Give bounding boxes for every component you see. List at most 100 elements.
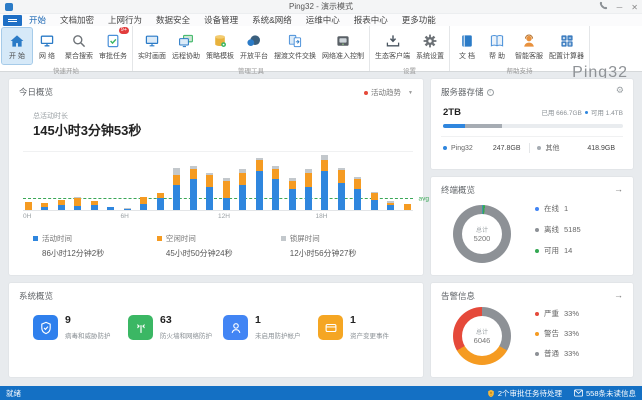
legend-label: 警告 [544,328,559,339]
today-overview-title: 今日概览 [9,79,423,98]
client-icon [385,32,401,50]
ribbon-group-label: 管理工具 [135,64,367,77]
tab-data-security[interactable]: 数据安全 [156,14,190,26]
bar-hour-4[interactable] [91,152,98,210]
ribbon-item-realtime-screen[interactable]: 实时画面 [135,28,169,64]
policy-template-icon [212,32,228,50]
server-storage-title: 服务器存储 [441,86,484,98]
stat-value: 1 [350,315,389,326]
ribbon-item-smart-service[interactable]: 智能客服 [512,28,546,64]
bar-hour-10[interactable] [190,152,197,210]
stat-label: 病毒和威胁防护 [65,330,111,340]
legend-swatch-icon [33,236,38,241]
storage-progress-bar [443,124,623,128]
ribbon-item-policy-template[interactable]: 策略模板 [203,28,237,64]
alert-detail-arrow-icon[interactable]: → [614,290,623,300]
bar-hour-12[interactable] [223,152,230,210]
bar-hour-8[interactable] [157,152,164,210]
tab-doc-encryption[interactable]: 文档加密 [60,14,94,26]
ribbon-item-eco-client[interactable]: 生态客户端 [372,28,413,64]
bar-hour-6[interactable] [124,152,131,210]
ribbon-item-label: 生态客户端 [375,51,410,61]
info-icon[interactable]: i [487,89,494,96]
bar-hour-11[interactable] [206,152,213,210]
x-axis-ticks: 0H 6H 12H 18H [23,213,413,221]
tab-web-behavior[interactable]: 上网行为 [108,14,142,26]
bar-hour-21[interactable] [371,152,378,210]
legend-label: 严重 [544,308,559,319]
ribbon-item-docs[interactable]: 文 档 [452,28,482,64]
pending-approvals[interactable]: 2个审批任务待处理 [487,388,562,399]
legend-online: 在线 1 [535,203,581,214]
bar-hour-22[interactable] [387,152,394,210]
trend-selector[interactable]: 活动趋势 ▼ [364,87,413,98]
tab-ops-center[interactable]: 运维中心 [306,14,340,26]
alert-donut-chart: 总计 6046 [453,307,511,365]
minimize-icon[interactable]: ─ [617,2,623,14]
nac-icon [335,32,351,50]
asset-card-icon [318,315,343,340]
bar-hour-16[interactable] [289,152,296,210]
tab-more-features[interactable]: 更多功能 [402,14,436,26]
legend-label: 锁屏时间 [290,233,320,244]
support-agent-icon [521,32,537,50]
stat-label: 未启用防护帐户 [255,330,301,340]
bar-hour-20[interactable] [354,152,361,210]
file-menu-button[interactable] [3,15,22,26]
bar-hour-0[interactable] [25,152,32,210]
bar-hour-14[interactable] [256,152,263,210]
close-icon[interactable]: ✕ [631,2,638,14]
legend-offline: 离线 5185 [535,224,581,235]
storage-settings-gear-icon[interactable]: ⚙ [616,85,624,96]
ribbon-item-remote-assist[interactable]: 远程协助 [169,28,203,64]
ribbon-item-file-exchange[interactable]: 摆渡文件交换 [271,28,319,64]
legend-dot-icon [535,228,539,232]
bar-hour-1[interactable] [41,152,48,210]
legend-dot-icon [535,352,539,356]
bar-hour-15[interactable] [272,152,279,210]
stat-virus-protection[interactable]: 9 病毒和威胁防护 [33,315,128,340]
tab-device-mgmt[interactable]: 设备管理 [204,14,238,26]
ribbon-item-open-platform[interactable]: 开放平台 [237,28,271,64]
stat-unprotected-accounts[interactable]: 1 未启用防护帐户 [223,315,318,340]
tab-start[interactable]: 开始 [29,14,46,26]
bar-hour-23[interactable] [404,152,411,210]
stat-firewall-protection[interactable]: 63 防火墙和网络防护 [128,315,223,340]
file-exchange-icon [287,32,303,50]
x-tick: 18H [316,213,328,220]
tab-report-center[interactable]: 报表中心 [354,14,388,26]
ribbon-item-aggregate-search[interactable]: 聚合搜索 [62,28,96,64]
bar-hour-9[interactable] [173,152,180,210]
bar-hour-5[interactable] [107,152,114,210]
terminal-detail-arrow-icon[interactable]: → [614,184,623,194]
home-icon [9,32,25,50]
ribbon-item-network[interactable]: 网 络 [32,28,62,64]
pending-approvals-text: 2个审批任务待处理 [498,388,562,399]
bar-hour-7[interactable] [140,152,147,210]
unread-messages[interactable]: 558条未读信息 [574,388,636,399]
x-tick: 12H [218,213,230,220]
legend-dot-icon [443,146,447,150]
bar-hour-13[interactable] [239,152,246,210]
ribbon-item-approval-tasks[interactable]: 9+ 审批任务 [96,28,130,64]
ribbon-item-system-settings[interactable]: 系统设置 [413,28,447,64]
bar-hour-19[interactable] [338,152,345,210]
bar-hour-2[interactable] [58,152,65,210]
ribbon-item-config-calculator[interactable]: 配置计算器 [546,28,587,64]
ribbon-item-label: 配置计算器 [549,51,584,61]
ribbon-item-help[interactable]: 帮 助 [482,28,512,64]
bar-hour-18[interactable] [321,152,328,210]
settings-gear-icon [422,32,438,50]
stat-label: 资产变更事件 [350,330,389,340]
bar-hour-17[interactable] [305,152,312,210]
trend-label: 活动趋势 [371,87,401,98]
stat-asset-changes[interactable]: 1 资产变更事件 [318,315,413,340]
bar-hour-3[interactable] [74,152,81,210]
legend-label: 其他 [545,143,559,153]
ribbon-item-home[interactable]: 开 始 [2,28,32,64]
tab-system-network[interactable]: 系统&网络 [252,14,292,26]
stat-label: 防火墙和网络防护 [160,330,212,340]
ribbon-item-nac[interactable]: 网络准入控制 [319,28,367,64]
legend-lock-time: 锁屏时间 12小时56分钟27秒 [281,233,405,259]
phone-support-icon[interactable] [599,1,608,14]
